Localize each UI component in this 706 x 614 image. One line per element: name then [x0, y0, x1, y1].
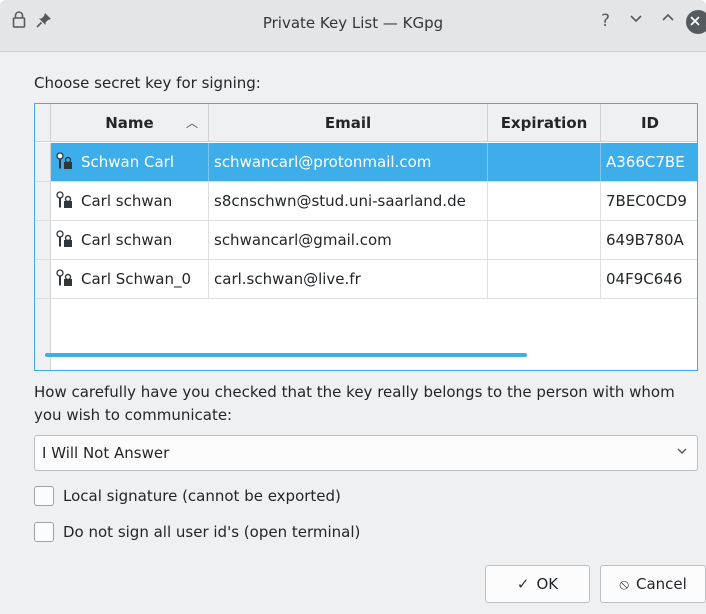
help-icon[interactable]: ? — [601, 11, 610, 31]
key-table[interactable]: Name ︿ Email Expiration ID Schwan Carl s… — [34, 103, 698, 371]
cancel-button[interactable]: ⦸ Cancel — [600, 565, 706, 603]
row-header — [35, 182, 51, 220]
minimize-icon[interactable] — [628, 10, 644, 30]
row-header-filler — [35, 299, 51, 370]
trust-level-value: I Will Not Answer — [42, 444, 170, 462]
trust-level-select[interactable]: I Will Not Answer — [34, 435, 698, 471]
cell-name: Schwan Carl — [51, 143, 209, 181]
choose-key-label: Choose secret key for signing: — [34, 74, 261, 92]
local-signature-checkbox[interactable]: Local signature (cannot be exported) — [34, 485, 341, 507]
keypair-icon — [55, 263, 73, 286]
keypair-icon — [55, 146, 73, 169]
column-header-name[interactable]: Name ︿ — [51, 104, 209, 142]
cell-email: s8cnschwn@stud.uni-saarland.de — [209, 182, 488, 220]
cancel-button-label: Cancel — [635, 575, 687, 593]
row-header — [35, 260, 51, 298]
cell-expiration — [488, 221, 601, 259]
cell-id: 7BEC0CD9 — [606, 192, 687, 210]
maximize-icon[interactable] — [660, 10, 676, 30]
cell-id: 04F9C646 — [606, 270, 683, 288]
table-row[interactable]: Carl schwan s8cnschwn@stud.uni-saarland.… — [35, 182, 697, 221]
cell-expiration — [488, 260, 601, 298]
cell-name: Carl schwan — [51, 182, 209, 220]
ok-button-label: OK — [536, 575, 559, 593]
table-row[interactable]: Schwan Carl schwancarl@protonmail.com A3… — [35, 143, 697, 182]
cell-email: carl.schwan@live.fr — [209, 260, 488, 298]
column-header-email[interactable]: Email — [209, 104, 488, 142]
horizontal-scrollbar[interactable] — [45, 353, 527, 357]
cell-name: Carl Schwan_0 — [51, 260, 209, 298]
open-terminal-label: Do not sign all user id's (open terminal… — [63, 523, 361, 541]
cell-id: A366C7BE — [601, 143, 697, 181]
local-signature-label: Local signature (cannot be exported) — [63, 487, 341, 505]
row-header — [35, 143, 51, 181]
column-header-name-label: Name — [105, 114, 154, 132]
keypair-icon — [55, 185, 73, 208]
column-header-expiration[interactable]: Expiration — [488, 104, 601, 142]
cell-name-text: Carl Schwan_0 — [81, 270, 192, 288]
cell-name: Carl schwan — [51, 221, 209, 259]
close-icon[interactable] — [686, 10, 706, 34]
column-header-id[interactable]: ID — [601, 104, 697, 142]
open-terminal-checkbox[interactable]: Do not sign all user id's (open terminal… — [34, 521, 360, 543]
table-row[interactable]: Carl schwan schwancarl@gmail.com 649B780… — [35, 221, 697, 260]
table-row[interactable]: Carl Schwan_0 carl.schwan@live.fr 04F9C6… — [35, 260, 697, 299]
cell-expiration — [488, 143, 601, 181]
row-header — [35, 221, 51, 259]
checkmark-icon: ✓ — [516, 575, 530, 593]
kgpg-private-key-list-dialog: Private Key List — KGpg ? Choose secret … — [0, 0, 706, 614]
table-header: Name ︿ Email Expiration ID — [35, 104, 697, 142]
header-corner — [35, 104, 51, 142]
cell-email: schwancarl@gmail.com — [209, 221, 488, 259]
cell-email: schwancarl@protonmail.com — [209, 143, 488, 181]
ok-button[interactable]: ✓ OK — [485, 565, 590, 603]
cell-name-text: Schwan Carl — [81, 153, 175, 171]
cell-name-text: Carl schwan — [81, 231, 173, 249]
cell-id: 649B780A — [606, 231, 684, 249]
checkbox-box[interactable] — [34, 486, 54, 506]
trust-question: How carefully have you checked that the … — [34, 383, 675, 424]
cancel-icon: ⦸ — [619, 575, 629, 593]
keypair-icon — [55, 224, 73, 247]
sort-ascending-icon: ︿ — [185, 116, 198, 130]
cell-expiration — [488, 182, 601, 220]
titlebar: Private Key List — KGpg ? — [0, 0, 706, 52]
checkbox-box[interactable] — [34, 522, 54, 542]
chevron-down-icon — [676, 436, 688, 470]
cell-name-text: Carl schwan — [81, 192, 173, 210]
